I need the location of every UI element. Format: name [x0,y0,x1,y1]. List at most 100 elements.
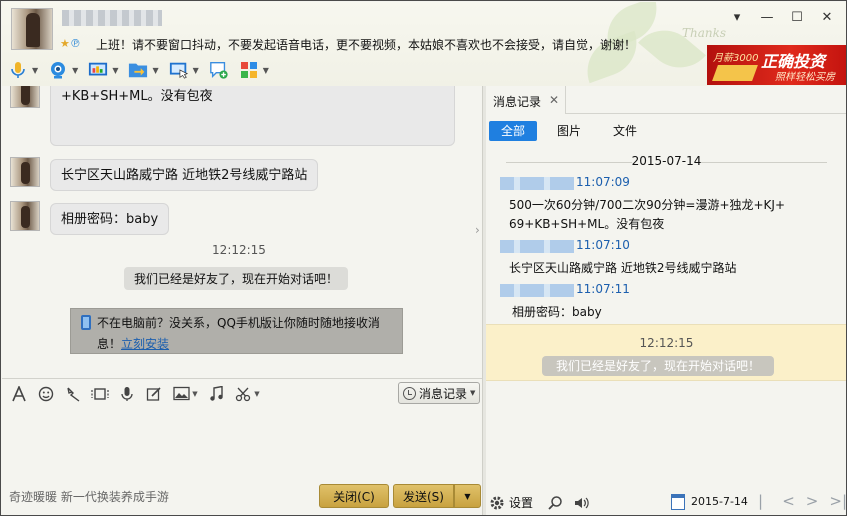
message-bubble[interactable]: +KB+SH+ML。没有包夜 [50,86,455,146]
qq-vip-icon: ℗ [69,37,81,50]
history-timestamp: 11:07:10 [576,238,630,252]
clock-icon [403,386,416,400]
speaker-icon[interactable] [573,495,589,511]
maximize-icon[interactable]: ☐ [789,10,805,25]
message-text: 相册密码：baby [61,212,159,227]
chevron-down-icon[interactable]: ▼ [72,66,78,75]
nudge-icon[interactable] [64,385,82,403]
chevron-down-icon: ▼ [464,491,471,501]
phone-icon [81,315,91,330]
contact-avatar[interactable] [11,8,53,50]
close-window-icon[interactable]: ✕ [819,10,835,25]
chevron-down-icon[interactable]: ▼ [191,385,199,403]
remote-assist-button[interactable]: ▼ [88,60,118,80]
file-transfer-icon [129,63,148,78]
ad-line-3: 照样轻松买房 [775,72,835,83]
message-text: +KB+SH+ML。没有包夜 [61,89,213,104]
send-options-button[interactable]: ▼ [454,484,481,508]
ad-flag-graphic [712,65,758,81]
send-button[interactable]: 发送(S) [393,484,454,508]
search-icon[interactable] [547,495,563,511]
settings-label[interactable]: 设置 [509,494,533,511]
create-discussion-button[interactable] [209,60,229,80]
sender-avatar[interactable] [10,86,40,108]
last-page-icon[interactable]: >| [829,492,846,515]
history-timestamp: 11:07:09 [576,175,630,189]
history-message-line[interactable]: 69+KB+SH+ML。没有包夜 [509,215,664,234]
image-icon[interactable] [172,385,190,403]
game-ad-text[interactable]: 奇迹暖暖 新一代换装养成手游 [9,488,169,505]
chat-toolbar: ▼ ▼ ▼ ▼ ▼ ▼ [8,58,279,82]
filter-images[interactable]: 图片 [545,121,593,141]
gif-icon[interactable] [91,385,109,403]
chevron-down-icon[interactable]: ▼ [253,385,261,403]
microphone-icon [11,62,25,78]
apps-icon [240,62,257,78]
collapse-panel-icon[interactable]: › [475,223,480,237]
contact-nickname-blurred[interactable] [62,10,162,26]
ad-line-1: 月薪3000 [713,53,759,64]
thanks-text: Thanks [682,26,727,40]
close-icon[interactable]: ✕ [549,93,559,114]
chevron-down-icon[interactable]: ▼ [263,66,269,75]
next-page-icon[interactable]: > [806,492,819,515]
contact-signature: 上班！请不要窗口抖动，不要发起语音电话，更不要视频，本姑娘不喜欢也不会接受，请自… [96,38,637,52]
chevron-down-icon[interactable]: ▼ [32,66,38,75]
chevron-down-icon[interactable]: ▼ [193,66,199,75]
video-call-button[interactable]: ▼ [48,60,78,80]
history-message-line[interactable]: 相册密码：baby [512,303,602,322]
share-screen-button[interactable]: ▼ [169,60,199,80]
history-message-line[interactable]: 500一次60分钟/700二次90分钟=漫游+独龙+KJ+ [509,196,785,215]
gear-icon[interactable] [489,495,505,511]
system-notice: 我们已经是好友了，现在开始对话吧！ [124,267,349,290]
sender-avatar[interactable] [10,157,40,187]
voice-call-button[interactable]: ▼ [8,60,38,80]
voice-message-icon[interactable] [118,385,136,403]
filter-all[interactable]: 全部 [489,121,538,141]
chevron-down-icon[interactable]: ▼ [112,66,118,75]
chevron-down-icon: ▼ [470,389,476,397]
close-button[interactable]: 关闭(C) [319,484,389,508]
install-link[interactable]: 立刻安装 [121,337,169,351]
screenshot-icon[interactable] [234,385,252,403]
input-toolbar: ▼ ▼ 消息记录 ▼ [2,378,482,408]
history-timestamp: 11:07:11 [576,282,630,296]
doodle-icon[interactable] [145,385,163,403]
history-button-label: 消息记录 [419,386,468,401]
highlighted-history-entry[interactable]: 12:12:15 我们已经是好友了，现在开始对话吧！ [486,324,846,381]
font-icon[interactable] [10,385,28,403]
mobile-qq-promo: 不在电脑前？没关系，QQ手机版让你随时随地接收消息！立刻安装 [70,308,403,354]
window-controls: ▾ — ☐ ✕ [729,10,835,25]
emoji-icon[interactable] [37,385,55,403]
screen-share-icon [169,62,188,79]
chevron-down-icon[interactable]: ▼ [152,66,158,75]
message-input[interactable] [2,408,482,481]
send-file-button[interactable]: ▼ [128,60,159,80]
sender-name-blurred [500,284,574,297]
system-notice: 我们已经是好友了，现在开始对话吧！ [542,356,774,376]
status-icons: ★℗ [60,37,81,50]
tab-message-history[interactable]: 消息记录 ✕ [486,86,566,114]
music-icon[interactable] [207,385,225,403]
filter-files[interactable]: 文件 [601,121,649,141]
history-pager: |< < > >| [758,492,846,515]
message-bubble[interactable]: 长宁区天山路威宁路 近地铁2号线威宁路站 [50,159,319,191]
sender-avatar[interactable] [10,201,40,231]
ad-banner[interactable]: 月薪3000 正确投资 照样轻松买房 [707,45,846,85]
prev-page-icon[interactable]: < [782,492,795,515]
star-icon: ★ [60,37,70,50]
window-menu-icon[interactable]: ▾ [729,10,745,25]
sender-name-blurred [500,240,574,253]
history-panel: 消息记录 ✕ 全部 图片 文件 2015-07-14 11:07:09 500一… [486,86,846,515]
chat-message-area[interactable]: +KB+SH+ML。没有包夜 长宁区天山路威宁路 近地铁2号线威宁路站 相册密码… [2,86,482,378]
date-field[interactable]: 2015-7-14 [691,495,748,508]
message-history-button[interactable]: 消息记录 ▼ [398,382,480,404]
message-bubble[interactable]: 相册密码：baby [50,203,170,235]
message-timestamp: 12:12:15 [212,243,266,257]
first-page-icon[interactable]: |< [758,492,771,515]
history-message-line[interactable]: 长宁区天山路威宁路 近地铁2号线威宁路站 [509,259,736,278]
calendar-icon[interactable] [671,494,685,510]
apps-button[interactable]: ▼ [239,60,269,80]
minimize-icon[interactable]: — [759,10,775,25]
history-filters: 全部 图片 文件 [489,121,657,141]
